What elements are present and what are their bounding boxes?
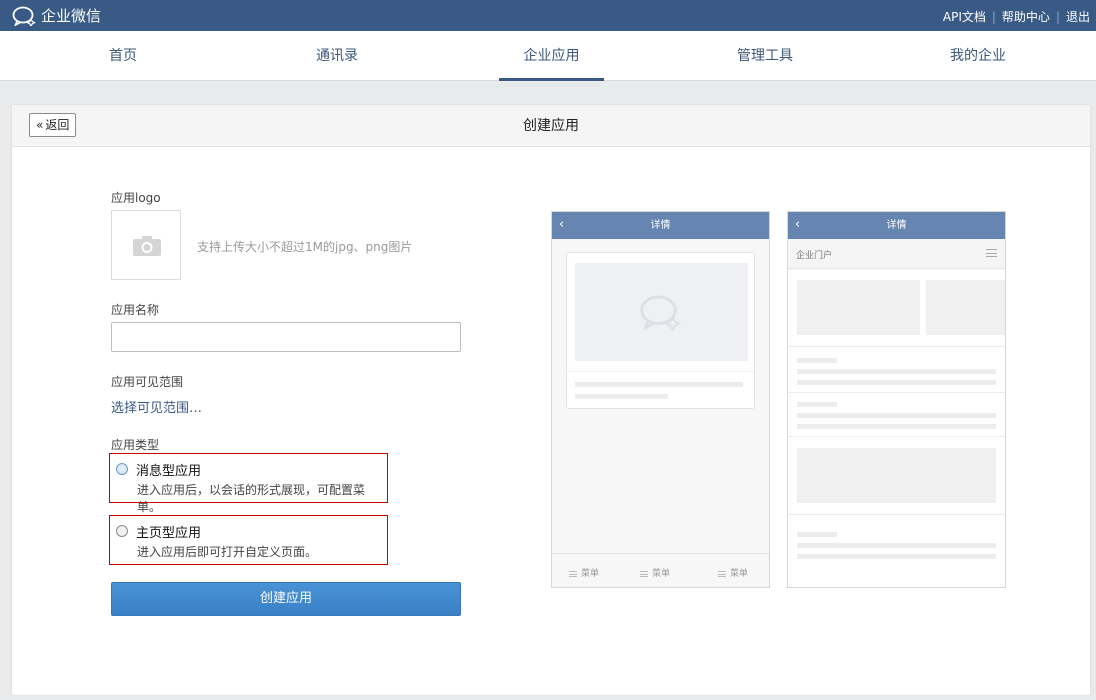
menu-icon bbox=[718, 570, 726, 577]
logo-hint: 支持上传大小不超过1M的jpg、png图片 bbox=[197, 240, 413, 254]
scope-label: 应用可见范围 bbox=[111, 375, 184, 389]
message-app-preview: ‹ 详情 菜单 菜单 菜单 bbox=[551, 211, 770, 588]
name-label: 应用名称 bbox=[111, 303, 160, 317]
preview-header: ‹ 详情 bbox=[552, 212, 769, 239]
banner-placeholder bbox=[797, 448, 996, 503]
create-app-button[interactable]: 创建应用 bbox=[111, 582, 461, 616]
portal-header: 企业门户 bbox=[788, 239, 1005, 269]
text-placeholder bbox=[575, 382, 743, 387]
text-placeholder bbox=[797, 543, 996, 548]
top-links: API文档 | 帮助中心 | 退出 bbox=[943, 8, 1090, 25]
brand-logo[interactable]: 企业微信 bbox=[12, 5, 101, 26]
home-app-radio[interactable] bbox=[116, 525, 128, 537]
help-center-link[interactable]: 帮助中心 bbox=[1002, 8, 1050, 25]
text-placeholder bbox=[575, 394, 668, 399]
preview-card bbox=[566, 252, 755, 409]
preview-title: 详情 bbox=[886, 220, 907, 231]
preview-title: 详情 bbox=[650, 220, 671, 231]
preview-image-placeholder bbox=[575, 263, 748, 361]
text-placeholder bbox=[797, 424, 996, 429]
back-button[interactable]: « 返回 bbox=[29, 113, 77, 137]
top-bar: 企业微信 API文档 | 帮助中心 | 退出 bbox=[0, 0, 1096, 31]
brand-name: 企业微信 bbox=[41, 7, 102, 25]
message-app-desc: 进入应用后，以会话的形式展现，可配置菜单。 bbox=[137, 483, 366, 514]
page-title: 创建应用 bbox=[523, 118, 579, 134]
divider bbox=[788, 436, 1005, 437]
link-separator: | bbox=[1055, 9, 1060, 24]
app-name-input[interactable] bbox=[111, 322, 461, 352]
select-scope-link[interactable]: 选择可见范围… bbox=[111, 397, 202, 416]
double-chevron-left-icon: « bbox=[36, 118, 44, 132]
home-app-desc: 进入应用后即可打开自定义页面。 bbox=[137, 545, 318, 559]
main-nav: 首页 通讯录 企业应用 管理工具 我的企业 bbox=[0, 31, 1096, 81]
text-placeholder bbox=[797, 413, 996, 418]
home-app-option[interactable]: 主页型应用 进入应用后即可打开自定义页面。 bbox=[109, 515, 388, 565]
tab-contacts[interactable]: 通讯录 bbox=[305, 31, 369, 81]
back-button-label: 返回 bbox=[45, 118, 70, 132]
text-placeholder bbox=[797, 554, 996, 559]
text-placeholder bbox=[797, 358, 837, 363]
preview-header: ‹ 详情 bbox=[788, 212, 1005, 239]
divider bbox=[567, 371, 754, 372]
tab-enterprise-apps[interactable]: 企业应用 bbox=[499, 31, 604, 81]
logo-upload[interactable] bbox=[111, 210, 181, 280]
divider bbox=[788, 346, 1005, 347]
text-placeholder bbox=[797, 532, 837, 537]
menu-icon bbox=[640, 570, 648, 577]
home-app-preview: ‹ 详情 企业门户 bbox=[787, 211, 1006, 588]
menu-icon bbox=[569, 570, 577, 577]
menu-item: 菜单 bbox=[640, 566, 670, 579]
text-placeholder bbox=[797, 380, 996, 385]
logout-link[interactable]: 退出 bbox=[1066, 8, 1090, 25]
divider bbox=[788, 514, 1005, 515]
menu-item: 菜单 bbox=[718, 566, 748, 579]
panel-header: 创建应用 « 返回 bbox=[12, 105, 1090, 147]
message-app-option[interactable]: 消息型应用 进入应用后，以会话的形式展现，可配置菜单。 bbox=[109, 453, 388, 514]
tab-home[interactable]: 首页 bbox=[96, 31, 150, 81]
message-app-title: 消息型应用 bbox=[136, 464, 202, 479]
portal-title: 企业门户 bbox=[796, 251, 833, 261]
menu-item: 菜单 bbox=[569, 566, 599, 579]
wework-logo-icon bbox=[12, 6, 36, 26]
link-separator: | bbox=[991, 9, 996, 24]
camera-icon bbox=[133, 236, 161, 256]
tile-placeholder bbox=[926, 280, 1005, 335]
portal-body bbox=[788, 270, 1005, 587]
hamburger-menu-icon bbox=[986, 249, 997, 257]
text-placeholder bbox=[797, 369, 996, 374]
logo-label: 应用logo bbox=[111, 191, 161, 205]
divider bbox=[788, 392, 1005, 393]
type-label: 应用类型 bbox=[111, 438, 160, 452]
message-app-radio[interactable] bbox=[116, 463, 128, 475]
home-app-title: 主页型应用 bbox=[136, 526, 202, 541]
api-docs-link[interactable]: API文档 bbox=[943, 8, 986, 25]
text-placeholder bbox=[797, 402, 837, 407]
tab-my-enterprise[interactable]: 我的企业 bbox=[938, 31, 1018, 81]
tile-placeholder bbox=[797, 280, 920, 335]
wework-logo-icon bbox=[640, 295, 682, 331]
preview-menu-bar: 菜单 菜单 菜单 bbox=[552, 553, 769, 587]
create-app-panel: 创建应用 « 返回 应用logo 支持上传大小不超过1M的jpg、png图片 应… bbox=[11, 104, 1091, 696]
tab-management-tools[interactable]: 管理工具 bbox=[725, 31, 805, 81]
